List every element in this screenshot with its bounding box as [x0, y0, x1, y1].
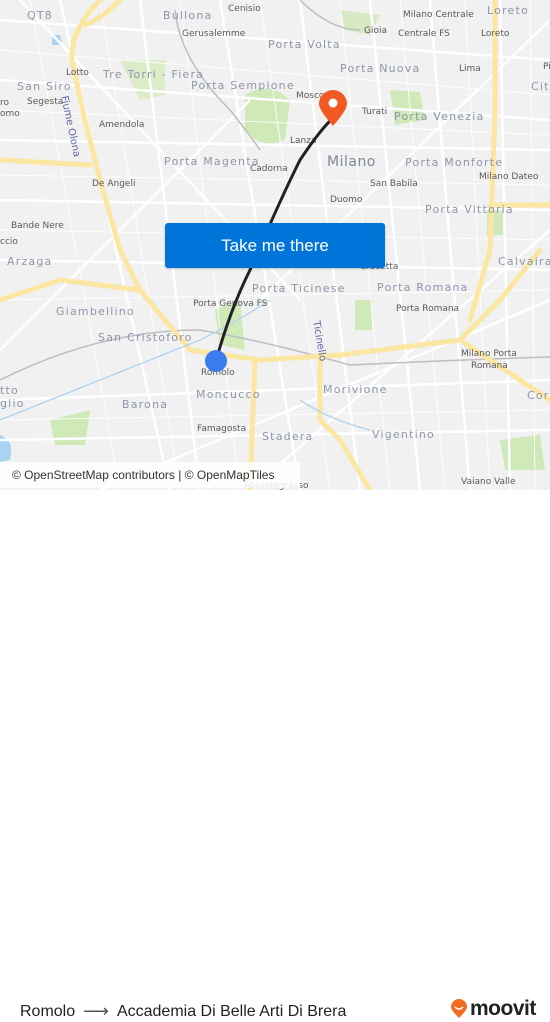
map-attribution[interactable]: © OpenStreetMap contributors | © OpenMap… — [0, 462, 300, 488]
take-me-there-button[interactable]: Take me there — [165, 223, 385, 268]
moovit-logo[interactable]: moovit — [450, 997, 536, 1021]
footer: Romolo ⟶ Accademia Di Belle Arti Di Brer… — [0, 490, 550, 1021]
arrow-right-icon: ⟶ — [83, 1001, 109, 1021]
destination-pin-icon — [319, 90, 347, 126]
map-view[interactable]: QT8 Bullona Cenisio Gerusalemme Porta Volta G… — [0, 0, 550, 490]
origin-marker[interactable] — [205, 350, 227, 372]
destination-marker[interactable] — [319, 90, 347, 126]
origin-name: Romolo — [20, 1002, 76, 1020]
destination-name: Accademia Di Belle Arti Di Brera — [116, 1002, 347, 1020]
destination-pin-dot — [328, 98, 338, 108]
brand-name: moovit — [470, 997, 536, 1020]
moovit-pin-icon — [451, 999, 467, 1018]
route-title: Romolo ⟶ Accademia Di Belle Arti Di Brer… — [20, 1001, 346, 1022]
